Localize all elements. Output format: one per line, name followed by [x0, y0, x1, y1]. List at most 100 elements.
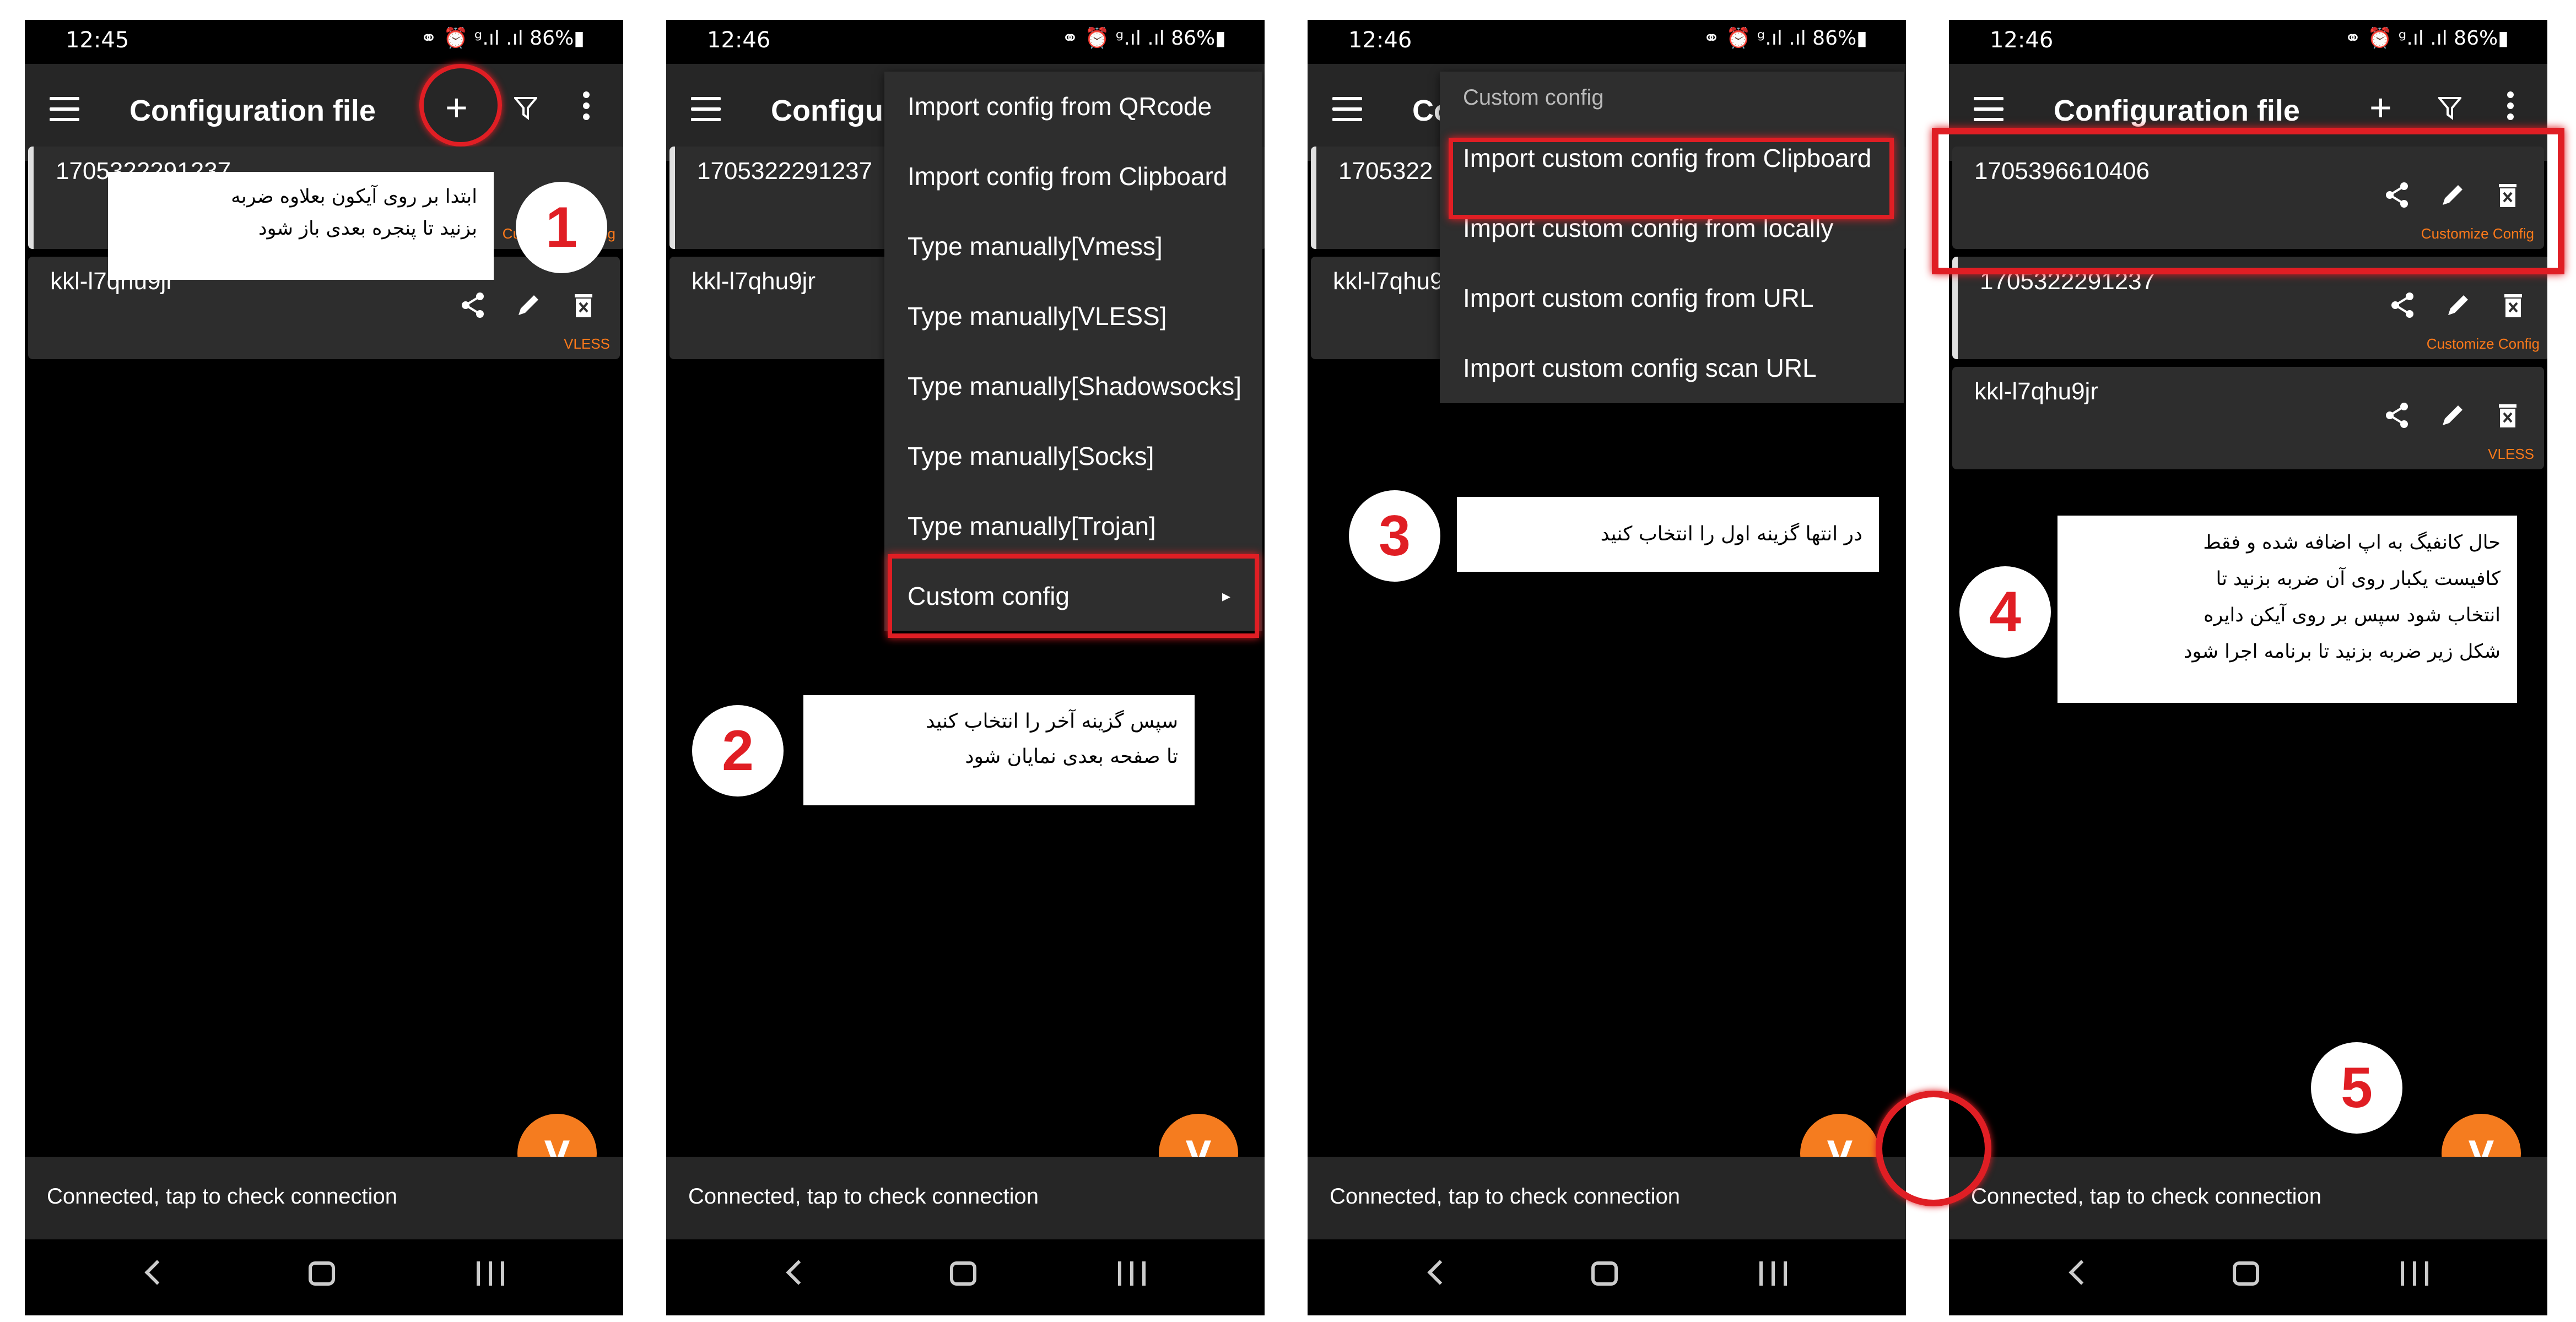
filter-icon[interactable]	[514, 96, 537, 120]
annotation-note-3: در انتها گزینه اول را انتخاب کنید	[1457, 497, 1879, 572]
connection-status-bar[interactable]: Connected, tap to check connection	[666, 1157, 1265, 1239]
connection-status-bar[interactable]: Connected, tap to check connection	[1308, 1157, 1906, 1239]
menu-item-custom-clipboard[interactable]: Import custom config from Clipboard	[1440, 123, 1904, 193]
config-card[interactable]: kkl-l7qhu9jr VLESS	[1952, 367, 2544, 469]
annotation-note-4: حال کانفیگ به اپ اضافه شده و فقط کافیست …	[2057, 516, 2517, 703]
menu-item-custom-config[interactable]: Custom config ▸	[884, 561, 1262, 631]
home-icon[interactable]	[2233, 1261, 2259, 1286]
share-icon[interactable]	[2388, 290, 2418, 321]
connection-status-bar[interactable]: Connected, tap to check connection	[25, 1157, 623, 1239]
menu-item-shadowsocks[interactable]: Type manually[Shadowsocks]	[884, 351, 1262, 421]
delete-icon[interactable]	[2492, 180, 2523, 210]
system-nav-bar	[1949, 1239, 2547, 1315]
phone-screen-3: 12:46 ⚭ ⏰ ᵍ.ıl .ıl 86%▮ Co 1705322 kkl-l…	[1308, 20, 1906, 1315]
recent-apps-icon[interactable]	[2401, 1261, 2428, 1286]
config-type: Customize Config	[2421, 225, 2534, 242]
config-type: VLESS	[564, 335, 610, 352]
delete-icon[interactable]	[568, 290, 599, 321]
status-bar: 12:46 ⚭ ⏰ ᵍ.ıl .ıl 86%▮	[1949, 20, 2547, 64]
status-icons: ⚭ ⏰ ᵍ.ıl .ıl 86%▮	[420, 27, 585, 50]
menu-item-socks[interactable]: Type manually[Socks]	[884, 421, 1262, 491]
config-type: VLESS	[2488, 446, 2534, 462]
filter-icon[interactable]	[2438, 96, 2461, 120]
status-time: 12:45	[66, 28, 129, 53]
config-name: kkl-l7qhu9jr	[1974, 378, 2098, 405]
menu-item-vmess[interactable]: Type manually[Vmess]	[884, 212, 1262, 281]
submenu-arrow-icon: ▸	[1222, 587, 1230, 605]
config-name: 1705322	[1338, 158, 1433, 185]
config-name: 1705322291237	[1980, 268, 2156, 295]
status-time: 12:46	[1990, 28, 2054, 53]
config-name: 1705322291237	[697, 158, 873, 185]
menu-icon[interactable]	[1974, 97, 2003, 121]
config-card[interactable]: 1705396610406 Customize Config	[1952, 147, 2544, 249]
step-number-3: 3	[1349, 490, 1440, 582]
add-config-icon[interactable]: +	[2369, 88, 2392, 127]
step-number-1: 1	[516, 182, 607, 273]
delete-icon[interactable]	[2492, 400, 2523, 431]
status-time: 12:46	[1348, 28, 1412, 53]
config-card[interactable]: 1705322291237 Customize Config	[1952, 257, 2547, 359]
page-title: Configuration file	[129, 94, 376, 127]
page-title: Configuration file	[2054, 94, 2300, 127]
more-options-icon[interactable]	[2507, 91, 2516, 124]
menu-icon[interactable]	[1332, 97, 1362, 121]
menu-item-label: Custom config	[908, 582, 1070, 610]
add-config-menu: Import config from QRcode Import config …	[884, 72, 1262, 631]
card-actions	[2388, 290, 2525, 323]
connection-status-bar[interactable]: Connected, tap to check connection	[1949, 1157, 2547, 1239]
step-number-2: 2	[692, 705, 784, 797]
menu-item-custom-scan-url[interactable]: Import custom config scan URL	[1440, 333, 1904, 403]
home-icon[interactable]	[950, 1261, 976, 1286]
annotation-note-1: ابتدا بر روی آیکون بعلاوه ضربه بزنید تا …	[108, 172, 494, 280]
card-actions	[2382, 400, 2520, 433]
status-bar: 12:46 ⚭ ⏰ ᵍ.ıl .ıl 86%▮	[1308, 20, 1906, 64]
share-icon[interactable]	[2382, 400, 2413, 431]
config-name: kkl-l7qhu9	[1333, 268, 1444, 295]
connection-status-text: Connected, tap to check connection	[47, 1184, 397, 1209]
edit-icon[interactable]	[513, 290, 544, 321]
annotation-note-2: سپس گزینه آخر را انتخاب کنید تا صفحه بعد…	[803, 695, 1195, 805]
connection-status-text: Connected, tap to check connection	[1971, 1184, 2321, 1209]
submenu-header: Custom config	[1463, 85, 1604, 110]
share-icon[interactable]	[2382, 180, 2413, 210]
status-icons: ⚭ ⏰ ᵍ.ıl .ıl 86%▮	[1061, 27, 1226, 50]
edit-icon[interactable]	[2443, 290, 2474, 321]
menu-item-custom-locally[interactable]: Import custom config from locally	[1440, 193, 1904, 263]
menu-item-import-clipboard[interactable]: Import config from Clipboard	[884, 142, 1262, 212]
more-options-icon[interactable]	[583, 91, 592, 124]
config-name: kkl-l7qhu9jr	[692, 268, 816, 295]
connection-status-text: Connected, tap to check connection	[688, 1184, 1039, 1209]
share-icon[interactable]	[458, 290, 489, 321]
step-number-4: 4	[1959, 566, 2051, 658]
home-icon[interactable]	[309, 1261, 335, 1286]
menu-item-import-qrcode[interactable]: Import config from QRcode	[884, 72, 1262, 142]
edit-icon[interactable]	[2437, 400, 2468, 431]
recent-apps-icon[interactable]	[1759, 1261, 1787, 1286]
system-nav-bar	[1308, 1239, 1906, 1315]
menu-item-vless[interactable]: Type manually[VLESS]	[884, 281, 1262, 351]
back-icon[interactable]	[786, 1260, 811, 1285]
card-actions	[2382, 180, 2520, 213]
system-nav-bar	[666, 1239, 1265, 1315]
menu-icon[interactable]	[50, 97, 79, 121]
home-icon[interactable]	[1591, 1261, 1618, 1286]
menu-item-custom-url[interactable]: Import custom config from URL	[1440, 263, 1904, 333]
recent-apps-icon[interactable]	[1118, 1261, 1146, 1286]
back-icon[interactable]	[2069, 1260, 2094, 1285]
status-time: 12:46	[707, 28, 771, 53]
config-name: 1705396610406	[1974, 158, 2150, 185]
back-icon[interactable]	[144, 1260, 170, 1285]
custom-config-submenu: Custom config Import custom config from …	[1440, 72, 1904, 403]
edit-icon[interactable]	[2437, 180, 2468, 210]
highlight-circle-fab	[1876, 1091, 1991, 1206]
status-icons: ⚭ ⏰ ᵍ.ıl .ıl 86%▮	[2344, 27, 2509, 50]
step-number-5: 5	[2311, 1042, 2402, 1134]
delete-icon[interactable]	[2498, 290, 2529, 321]
recent-apps-icon[interactable]	[477, 1261, 504, 1286]
config-type: Customize Config	[2426, 335, 2540, 352]
menu-icon[interactable]	[691, 97, 721, 121]
back-icon[interactable]	[1427, 1260, 1452, 1285]
status-icons: ⚭ ⏰ ᵍ.ıl .ıl 86%▮	[1703, 27, 1867, 50]
menu-item-trojan[interactable]: Type manually[Trojan]	[884, 491, 1262, 561]
